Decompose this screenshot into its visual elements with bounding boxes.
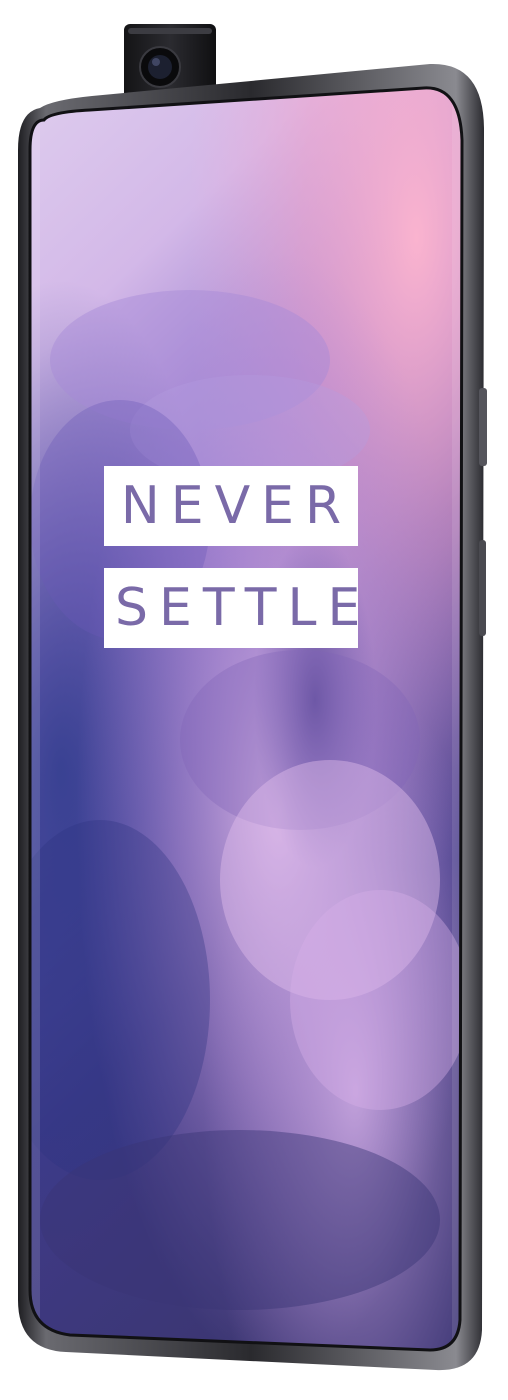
screen	[30, 87, 462, 1350]
alert-slider	[479, 388, 487, 466]
never-settle-logo: NEVER SETTLE	[104, 466, 372, 648]
logo-box-top: NEVER	[104, 466, 358, 546]
product-photo: NEVER SETTLE	[0, 0, 508, 1400]
power-button	[479, 540, 486, 636]
tagline-never: NEVER	[120, 476, 353, 536]
tagline-settle: SETTLE	[115, 578, 372, 638]
logo-box-bottom: SETTLE	[104, 568, 372, 648]
phone-illustration	[18, 24, 487, 1371]
